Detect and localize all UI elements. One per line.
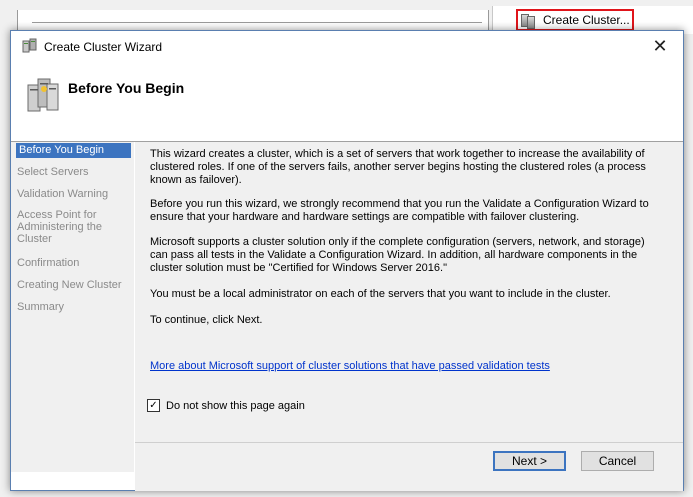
intro-paragraph: This wizard creates a cluster, which is … xyxy=(150,148,646,186)
step-validation-warning[interactable]: Validation Warning xyxy=(17,188,133,200)
checkbox-label: Do not show this page again xyxy=(166,399,305,412)
checkmark-icon: ✓ xyxy=(149,399,158,411)
wizard-steps-nav: Before You Begin Select Servers Validati… xyxy=(11,142,134,472)
step-summary[interactable]: Summary xyxy=(17,301,133,313)
do-not-show-checkbox-row[interactable]: ✓ Do not show this page again xyxy=(147,399,305,412)
support-info-link[interactable]: More about Microsoft support of cluster … xyxy=(150,360,550,372)
cluster-icon xyxy=(22,38,37,53)
cancel-button[interactable]: Cancel xyxy=(581,451,654,471)
button-bar: Next > Cancel xyxy=(135,442,683,491)
wizard-header: Before You Begin xyxy=(11,62,683,142)
support-paragraph: Microsoft supports a cluster solution on… xyxy=(150,236,645,274)
admin-paragraph: You must be a local administrator on eac… xyxy=(150,288,611,300)
create-cluster-wizard-dialog: Create Cluster Wizard ✕ Before You Begin… xyxy=(10,30,684,491)
close-icon: ✕ xyxy=(652,36,668,56)
step-access-point[interactable]: Access Point for Administering the Clust… xyxy=(17,209,133,245)
close-button[interactable]: ✕ xyxy=(637,31,683,62)
server-cluster-icon xyxy=(27,78,59,112)
do-not-show-checkbox[interactable]: ✓ xyxy=(147,399,160,412)
page-title: Before You Begin xyxy=(68,80,185,96)
step-creating-new-cluster[interactable]: Creating New Cluster xyxy=(17,279,133,291)
create-cluster-label: Create Cluster... xyxy=(543,13,630,27)
dialog-title: Create Cluster Wizard xyxy=(44,40,163,54)
title-bar[interactable]: Create Cluster Wizard ✕ xyxy=(11,31,683,62)
next-button[interactable]: Next > xyxy=(493,451,566,471)
continue-paragraph: To continue, click Next. xyxy=(150,314,263,326)
validation-paragraph: Before you run this wizard, we strongly … xyxy=(150,198,649,223)
step-select-servers[interactable]: Select Servers xyxy=(17,166,133,178)
content-pane: This wizard creates a cluster, which is … xyxy=(135,142,683,442)
cluster-icon xyxy=(521,13,535,29)
step-confirmation[interactable]: Confirmation xyxy=(17,257,133,269)
create-cluster-action[interactable]: Create Cluster... xyxy=(516,9,634,31)
step-before-you-begin[interactable]: Before You Begin xyxy=(16,143,131,158)
